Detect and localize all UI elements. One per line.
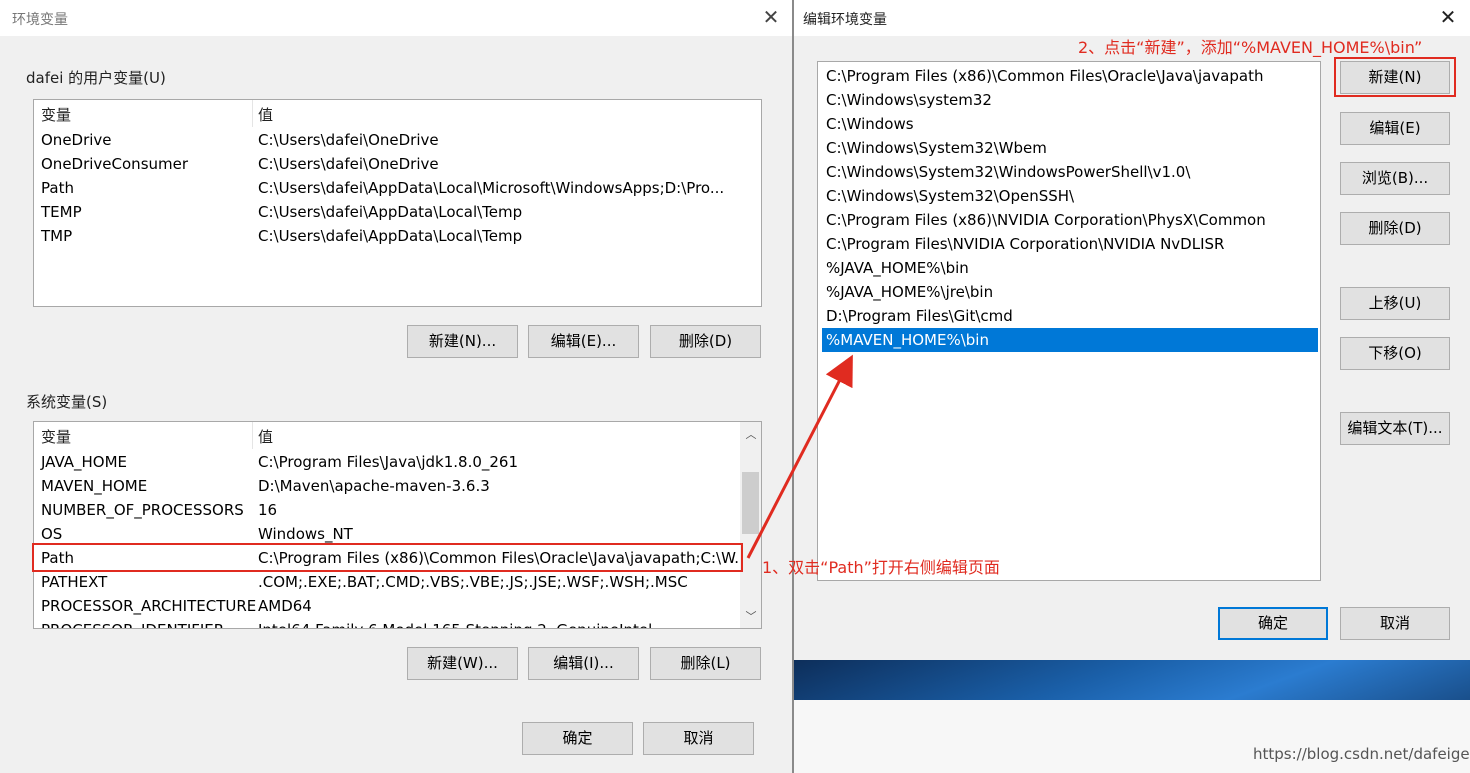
- annotation-arrow: [746, 354, 853, 559]
- arrow-line: [746, 354, 853, 559]
